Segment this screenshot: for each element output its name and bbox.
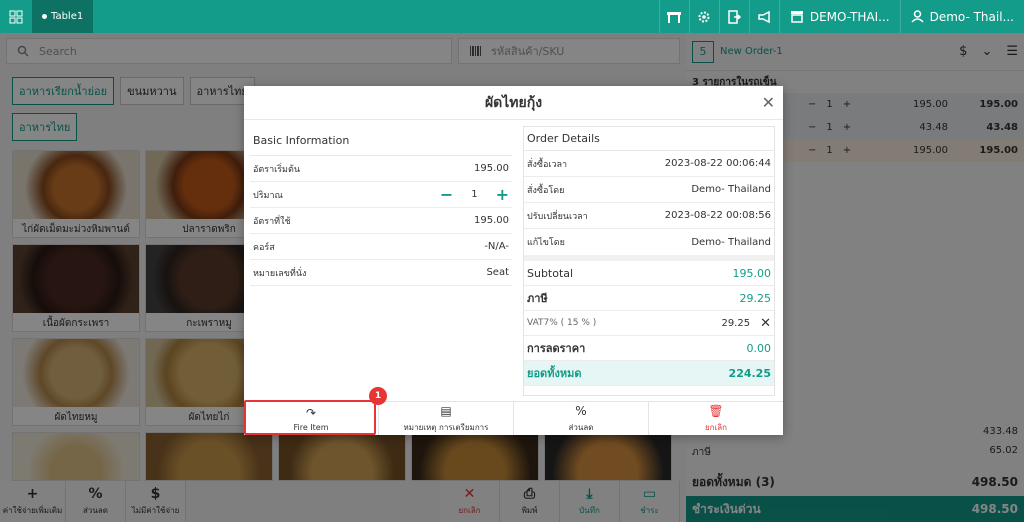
total-row: ยอดทั้งหมด 224.25 bbox=[524, 361, 774, 386]
info-key: อัตราเริ่มต้น bbox=[253, 164, 300, 175]
detail-key: สั่งซื้อเวลา bbox=[527, 159, 568, 170]
void-item-button[interactable]: 🗑 ยกเลิก bbox=[649, 402, 783, 435]
comment-icon: ▤ bbox=[440, 403, 452, 418]
quantity-value: 1 bbox=[471, 189, 478, 200]
detail-key: สั่งซื้อโดย bbox=[527, 185, 565, 196]
table-tab-label: Table1 bbox=[51, 11, 84, 22]
info-key: ปริมาณ bbox=[253, 190, 283, 201]
detail-value: 2023-08-22 00:06:44 bbox=[664, 158, 771, 169]
vat-row: VAT7% ( 15 % ) 29.25 ✕ bbox=[524, 311, 774, 336]
branch-name: DEMO-THAI... bbox=[809, 9, 890, 24]
user-name: Demo- Thail... bbox=[929, 9, 1014, 24]
top-bar: Table1 DEMO-THAI... Demo- Thail... bbox=[0, 0, 1024, 33]
info-value: Seat bbox=[486, 267, 509, 278]
basic-information: Basic Information อัตราเริ่มต้น 195.00 ป… bbox=[250, 126, 512, 286]
user-menu[interactable]: Demo- Thail... bbox=[899, 0, 1024, 33]
detail-value: Demo- Thailand bbox=[691, 236, 771, 248]
annotation-badge: 1 bbox=[369, 387, 387, 405]
quantity-stepper: − 1 + bbox=[440, 185, 509, 204]
remove-vat-icon[interactable]: ✕ bbox=[760, 316, 771, 331]
info-value: 195.00 bbox=[474, 215, 509, 226]
branch-selector[interactable]: DEMO-THAI... bbox=[778, 0, 900, 33]
close-icon[interactable]: ✕ bbox=[762, 93, 775, 112]
minus-icon[interactable]: − bbox=[440, 185, 453, 204]
tax-value: 29.25 bbox=[739, 291, 772, 305]
trash-icon: 🗑 bbox=[708, 403, 724, 418]
detail-row: สั่งซื้อเวลา 2023-08-22 00:06:44 bbox=[524, 151, 774, 177]
settings-gear-icon[interactable] bbox=[688, 0, 719, 33]
info-row[interactable]: หมายเลขที่นั่ง Seat bbox=[250, 260, 512, 286]
order-details-title: Order Details bbox=[524, 127, 774, 151]
item-detail-modal: ผัดไทยกุ้ง ✕ Basic Information อัตราเริ่… bbox=[244, 86, 783, 435]
info-key: หมายเลขที่นั่ง bbox=[253, 268, 307, 279]
table-layout-icon[interactable] bbox=[658, 0, 689, 33]
plus-icon[interactable]: + bbox=[496, 185, 509, 204]
total-label: ยอดทั้งหมด bbox=[527, 367, 582, 380]
order-details: Order Details สั่งซื้อเวลา 2023-08-22 00… bbox=[523, 126, 775, 396]
vat-value: 29.25 bbox=[721, 317, 751, 329]
info-value: 195.00 bbox=[474, 163, 509, 174]
quantity-row: ปริมาณ − 1 + bbox=[250, 182, 512, 208]
basic-info-title: Basic Information bbox=[250, 126, 512, 156]
info-row: อัตราที่ใช้ 195.00 bbox=[250, 208, 512, 234]
item-discount-label: ส่วนลด bbox=[568, 422, 594, 432]
subtotal-row: Subtotal 195.00 bbox=[524, 261, 774, 286]
tax-row: ภาษี 29.25 bbox=[524, 286, 774, 311]
detail-row: แก้ไขโดย Demo- Thailand bbox=[524, 229, 774, 261]
grid-menu-icon[interactable] bbox=[0, 0, 32, 33]
info-row[interactable]: คอร์ส -N/A- bbox=[250, 234, 512, 260]
logout-icon[interactable] bbox=[718, 0, 749, 33]
store-icon bbox=[790, 11, 803, 23]
discount-label: การลดราคา bbox=[527, 342, 586, 355]
tax-label: ภาษี bbox=[527, 292, 548, 305]
discount-row: การลดราคา 0.00 bbox=[524, 336, 774, 361]
detail-row: ปรับเปลี่ยนเวลา 2023-08-22 00:08:56 bbox=[524, 203, 774, 229]
table-tab[interactable]: Table1 bbox=[32, 0, 94, 33]
total-value: 224.25 bbox=[728, 366, 771, 380]
fire-item-highlight bbox=[244, 400, 376, 435]
detail-value: 2023-08-22 00:08:56 bbox=[664, 210, 771, 221]
prep-note-label: หมายเหตุ การเตรียมการ bbox=[403, 422, 489, 432]
info-key: คอร์ส bbox=[253, 242, 275, 253]
prep-note-button[interactable]: ▤ หมายเหตุ การเตรียมการ bbox=[379, 402, 514, 435]
item-discount-button[interactable]: % ส่วนลด bbox=[514, 402, 649, 435]
modal-title: ผัดไทยกุ้ง bbox=[484, 94, 543, 111]
info-key: อัตราที่ใช้ bbox=[253, 216, 291, 227]
detail-value: Demo- Thailand bbox=[691, 184, 771, 195]
void-item-label: ยกเลิก bbox=[704, 422, 727, 432]
percent-icon: % bbox=[575, 403, 587, 418]
discount-value: 0.00 bbox=[746, 341, 772, 355]
user-icon bbox=[911, 10, 924, 23]
detail-key: ปรับเปลี่ยนเวลา bbox=[527, 211, 588, 222]
detail-key: แก้ไขโดย bbox=[527, 238, 565, 248]
detail-row: สั่งซื้อโดย Demo- Thailand bbox=[524, 177, 774, 203]
info-row: อัตราเริ่มต้น 195.00 bbox=[250, 156, 512, 182]
subtotal-label: Subtotal bbox=[527, 266, 574, 280]
info-value: -N/A- bbox=[484, 241, 509, 252]
subtotal-value: 195.00 bbox=[732, 266, 772, 280]
tab-dot-icon bbox=[42, 14, 47, 19]
modal-title-bar: ผัดไทยกุ้ง ✕ bbox=[244, 86, 783, 120]
vat-label: VAT7% ( 15 % ) bbox=[527, 318, 597, 328]
announcement-icon[interactable] bbox=[748, 0, 779, 33]
